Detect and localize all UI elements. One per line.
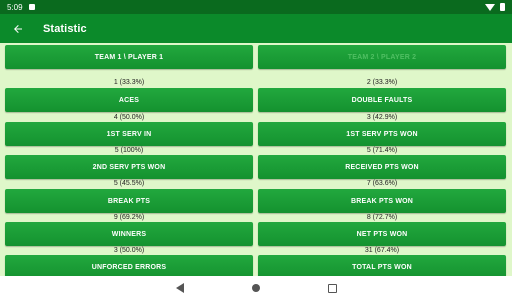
- unforced-errors-button[interactable]: UNFORCED ERRORS: [5, 255, 253, 276]
- nav-back-icon[interactable]: [175, 283, 184, 293]
- first-serv-pts-won-button[interactable]: 1ST SERV PTS WON: [258, 122, 506, 146]
- first-serv-in-button[interactable]: 1ST SERV IN: [5, 122, 253, 146]
- first-serv-in-value: 4 (50.0%): [113, 113, 145, 121]
- total-pts-won-value: 31 (67.4%): [364, 246, 400, 254]
- break-pts-won-button[interactable]: BREAK PTS WON: [258, 189, 506, 213]
- app-bar: Statistic: [0, 14, 512, 43]
- aces-button[interactable]: ACES: [5, 88, 253, 112]
- break-pts-value: 5 (45.5%): [113, 179, 145, 187]
- net-pts-won-button[interactable]: NET PTS WON: [258, 222, 506, 246]
- stats-panel: TEAM 1 \ PLAYER 1 TEAM 2 \ PLAYER 2 1 (3…: [0, 43, 512, 276]
- break-pts-button[interactable]: BREAK PTS: [5, 189, 253, 213]
- page-title: Statistic: [43, 22, 87, 35]
- back-button[interactable]: [3, 14, 33, 43]
- total-pts-won-button[interactable]: TOTAL PTS WON: [258, 255, 506, 276]
- winners-button[interactable]: WINNERS: [5, 222, 253, 246]
- aces-value: 1 (33.3%): [113, 78, 145, 86]
- team1-player1-tab[interactable]: TEAM 1 \ PLAYER 1: [5, 45, 253, 69]
- first-serv-pts-won-value: 3 (42.9%): [366, 113, 398, 121]
- received-pts-won-button[interactable]: RECEIVED PTS WON: [258, 155, 506, 179]
- double-faults-button[interactable]: DOUBLE FAULTS: [258, 88, 506, 112]
- nav-home-icon[interactable]: [251, 284, 260, 292]
- break-pts-won-value: 7 (63.6%): [366, 179, 398, 187]
- second-serv-pts-won-button[interactable]: 2ND SERV PTS WON: [5, 155, 253, 179]
- received-pts-won-value: 5 (71.4%): [366, 146, 398, 154]
- second-serv-pts-won-value: 5 (100%): [114, 146, 144, 154]
- unforced-errors-value: 3 (50.0%): [113, 246, 145, 254]
- nav-recents-icon[interactable]: [327, 283, 337, 293]
- winners-value: 9 (69.2%): [113, 213, 145, 221]
- notification-icon: [28, 4, 35, 10]
- team2-player2-tab[interactable]: TEAM 2 \ PLAYER 2: [258, 45, 506, 69]
- net-pts-won-value: 8 (72.7%): [366, 213, 398, 221]
- arrow-back-icon: [14, 24, 22, 33]
- battery-icon: [500, 3, 505, 11]
- double-faults-value: 2 (33.3%): [366, 78, 398, 86]
- wifi-icon: [485, 3, 495, 11]
- status-bar: 5:09: [0, 0, 512, 14]
- status-time: 5:09: [7, 2, 23, 12]
- navigation-bar: [0, 276, 512, 300]
